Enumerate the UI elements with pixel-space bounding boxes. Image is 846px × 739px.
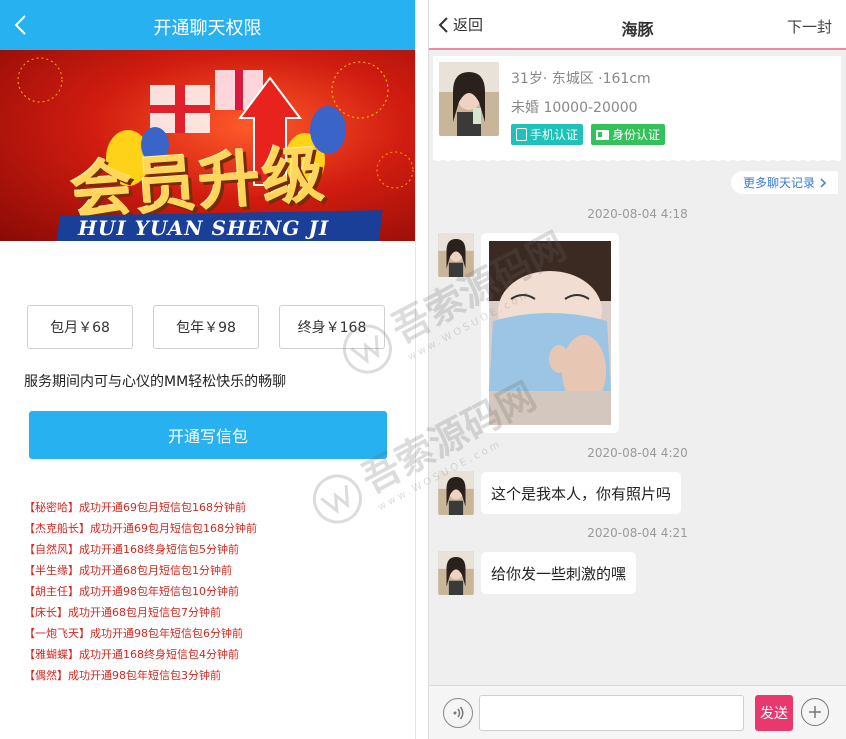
plus-icon[interactable] xyxy=(801,698,829,726)
plan-lifetime-button[interactable]: 终身￥168 xyxy=(279,305,385,349)
chat-panel: 返回 海豚 下一封 31岁· 东城区 ·161cm 未婚 10000-20000 xyxy=(428,0,846,739)
feed-item: 【一炮飞天】成功开通98包年短信包6分钟前 xyxy=(24,627,243,640)
message-timestamp: 2020-08-04 4:21 xyxy=(587,526,688,540)
photo-thumbnail xyxy=(489,241,611,425)
profile-basic-info: 31岁· 东城区 ·161cm xyxy=(511,71,651,87)
membership-banner: 会员升级 HUI YUAN SHENG JI xyxy=(0,50,415,241)
feed-item: 【胡主任】成功开通98包年短信包10分钟前 xyxy=(24,585,239,598)
phone-verified-badge: 手机认证 xyxy=(511,124,584,145)
text-message[interactable]: 这个是我本人，你有照片吗 xyxy=(481,472,682,514)
plan-options: 包月￥68 包年￥98 终身￥168 xyxy=(27,305,387,349)
chat-header: 返回 海豚 下一封 xyxy=(429,0,846,50)
feed-item: 【杰克船长】成功开通69包月短信包168分钟前 xyxy=(24,522,257,535)
message-input-bar: 发送 xyxy=(429,685,846,739)
card-scallop-edge xyxy=(433,157,841,165)
chat-partner-name: 海豚 xyxy=(621,20,654,39)
id-card-icon xyxy=(596,129,610,140)
feed-item: 【偶然】成功开通98包年短信包3分钟前 xyxy=(24,669,221,682)
verification-badges: 手机认证 身份认证 xyxy=(511,124,666,145)
voice-icon[interactable] xyxy=(443,698,473,728)
membership-header: 开通聊天权限 xyxy=(0,0,415,50)
next-letter-button[interactable]: 下一封 xyxy=(787,16,832,37)
feed-partial-item: 【偶然】成功开通98包年短信包3分钟前 xyxy=(24,487,394,497)
plan-monthly-button[interactable]: 包月￥68 xyxy=(27,305,133,349)
profile-card[interactable]: 31岁· 东城区 ·161cm 未婚 10000-20000 手机认证 身份认证 xyxy=(433,56,841,165)
message-input[interactable] xyxy=(479,695,744,731)
profile-status-income: 未婚 10000-20000 xyxy=(511,100,638,116)
feed-item: 【秘密哈】成功开通69包月短信包168分钟前 xyxy=(24,501,246,514)
send-button[interactable]: 发送 xyxy=(755,695,793,731)
avatar[interactable] xyxy=(439,62,499,136)
avatar[interactable] xyxy=(438,233,474,277)
id-verified-badge: 身份认证 xyxy=(591,124,666,145)
feed-item: 【雅蝴蝶】成功开通168终身短信包4分钟前 xyxy=(24,648,239,661)
chevron-right-icon xyxy=(820,177,827,188)
feed-item: 【床长】成功开通68包月短信包7分钟前 xyxy=(24,606,221,619)
avatar[interactable] xyxy=(438,551,474,595)
banner-pinyin: HUI YUAN SHENG JI xyxy=(78,216,330,240)
service-description: 服务期间内可与心仪的MM轻松快乐的畅聊 xyxy=(24,374,287,390)
text-message[interactable]: 给你发一些刺激的嘿 xyxy=(481,552,637,594)
image-message[interactable] xyxy=(481,233,619,433)
avatar[interactable] xyxy=(438,471,474,515)
membership-panel: 开通聊天权限 会员升级 HUI YUAN SHENG JI 包月￥68 包年￥9… xyxy=(0,0,416,739)
feed-item: 【半生缘】成功开通68包月短信包1分钟前 xyxy=(24,564,232,577)
plan-yearly-button[interactable]: 包年￥98 xyxy=(153,305,259,349)
app-root: 开通聊天权限 会员升级 HUI YUAN SHENG JI 包月￥68 包年￥9… xyxy=(0,0,846,739)
page-title: 开通聊天权限 xyxy=(153,18,262,39)
feed-item: 【自然风】成功开通168终身短信包5分钟前 xyxy=(24,543,239,556)
more-history-link[interactable]: 更多聊天记录 xyxy=(730,171,838,194)
message-timestamp: 2020-08-04 4:18 xyxy=(587,207,688,221)
message-timestamp: 2020-08-04 4:20 xyxy=(587,446,688,460)
phone-icon xyxy=(516,128,527,141)
open-letter-pack-button[interactable]: 开通写信包 xyxy=(29,411,387,459)
purchase-feed: 【偶然】成功开通98包年短信包3分钟前 【秘密哈】成功开通69包月短信包168分… xyxy=(24,487,394,699)
